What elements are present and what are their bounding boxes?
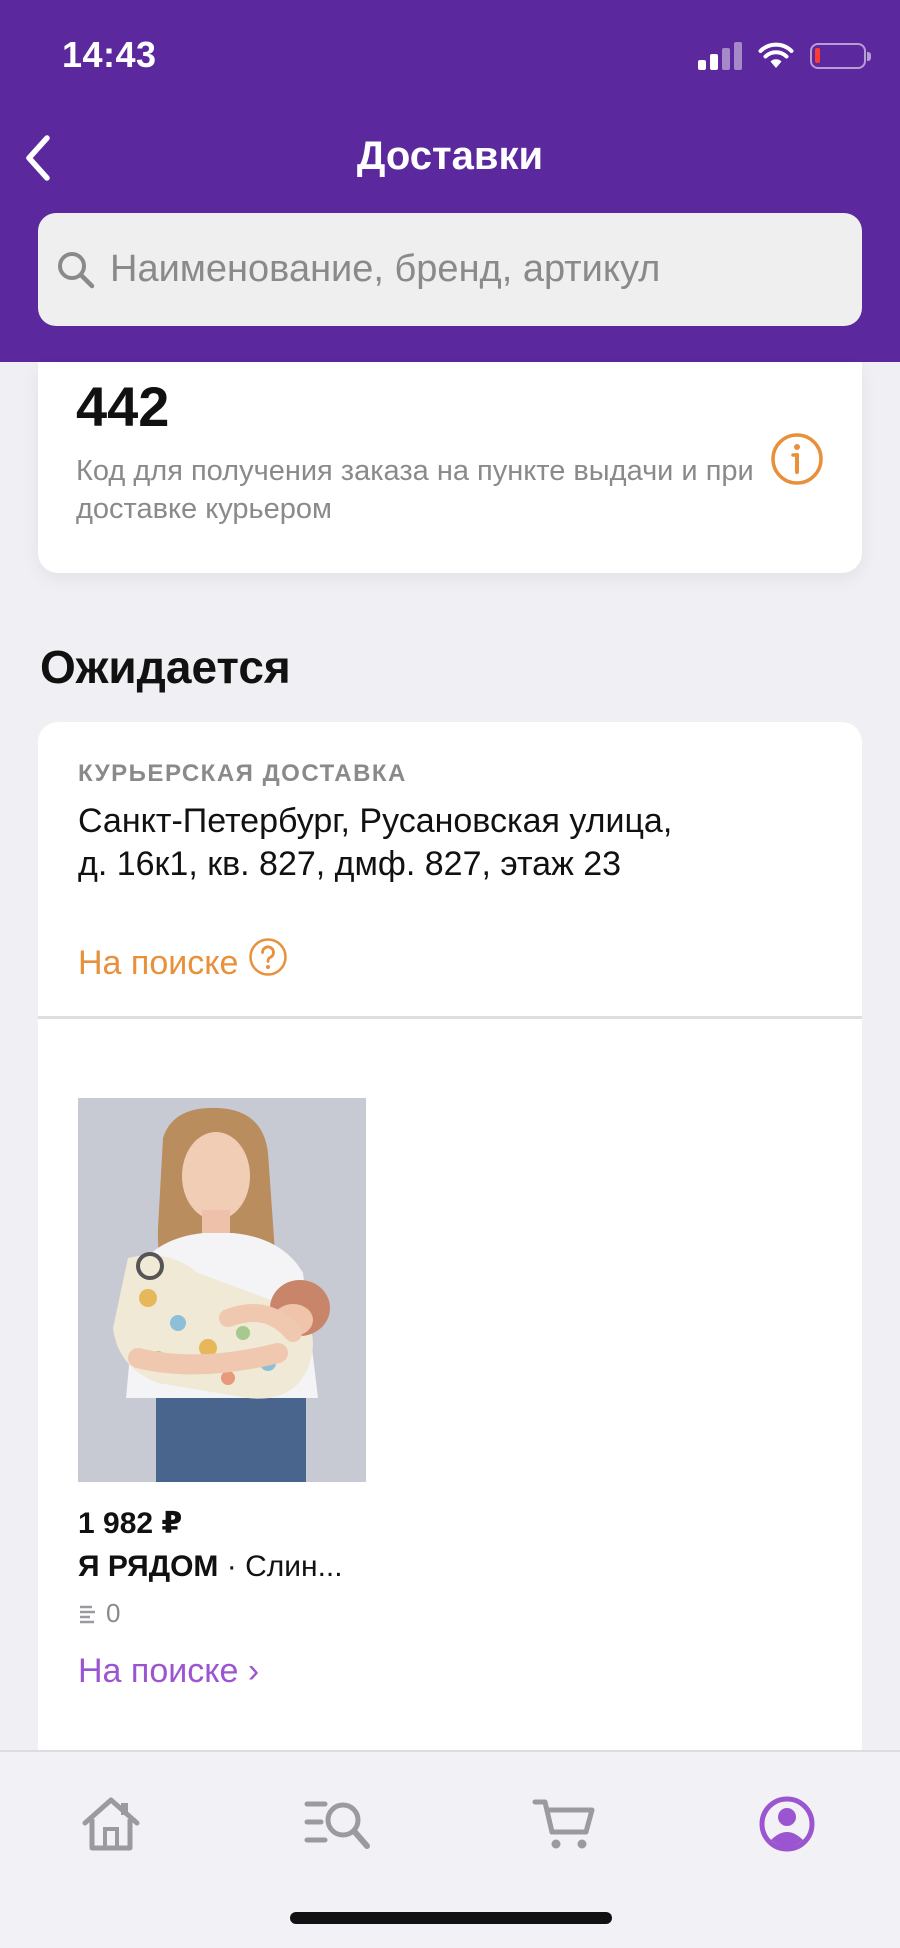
pickup-code-card: 442 Код для получения заказа на пункте в… <box>38 362 862 573</box>
tab-profile[interactable] <box>747 1784 827 1864</box>
profile-icon <box>759 1796 815 1852</box>
delivery-address: Санкт-Петербург, Русановская улица, д. 1… <box>78 802 673 883</box>
delivery-type-label: КУРЬЕРСКАЯ ДОСТАВКА <box>78 760 407 787</box>
page-title: Доставки <box>356 134 544 178</box>
product-image[interactable] <box>78 1098 366 1482</box>
pickup-code-description: Код для получения заказа на пункте выдач… <box>76 455 754 525</box>
search-input[interactable] <box>110 248 862 291</box>
divider <box>38 1016 862 1019</box>
question-icon[interactable] <box>248 937 288 977</box>
tab-cart[interactable] <box>524 1784 604 1864</box>
list-icon <box>80 1605 95 1623</box>
product-name: Я РЯДОМ · Слин... <box>78 1550 343 1584</box>
status-icons <box>698 38 871 74</box>
product-name-separator: · <box>218 1550 246 1583</box>
catalog-search-icon <box>304 1801 370 1849</box>
product-brand: Я РЯДОМ <box>78 1550 219 1583</box>
delivery-status-row: На поиске <box>78 937 288 983</box>
battery-icon <box>810 43 871 69</box>
delivery-card[interactable]: КУРЬЕРСКАЯ ДОСТАВКА Санкт-Петербург, Рус… <box>38 722 862 1762</box>
wifi-icon <box>758 42 794 68</box>
screen: 14:43 Доставки Наименование, бренд, арти… <box>0 0 900 1948</box>
quantity-value: 0 <box>106 1598 121 1628</box>
product-price: 1 982 ₽ <box>78 1507 183 1540</box>
product-title: Слин... <box>245 1550 343 1583</box>
signal-icon <box>698 42 742 70</box>
cart-icon <box>532 1799 595 1849</box>
status-time: 14:43 <box>62 34 157 75</box>
delivery-status: На поиске <box>78 944 239 982</box>
tab-catalog[interactable] <box>298 1784 378 1864</box>
section-title-expected: Ожидается <box>40 641 291 693</box>
search-icon <box>54 248 98 292</box>
home-icon <box>82 1797 140 1851</box>
item-status-link[interactable]: На поиске › <box>78 1652 259 1691</box>
header: 14:43 Доставки <box>0 0 900 362</box>
tab-home[interactable] <box>71 1784 151 1864</box>
info-icon[interactable] <box>770 432 824 486</box>
home-indicator[interactable] <box>290 1912 612 1924</box>
search-bar[interactable] <box>38 213 862 326</box>
quantity-row: 0 <box>78 1598 120 1629</box>
pickup-code: 442 <box>76 375 170 438</box>
